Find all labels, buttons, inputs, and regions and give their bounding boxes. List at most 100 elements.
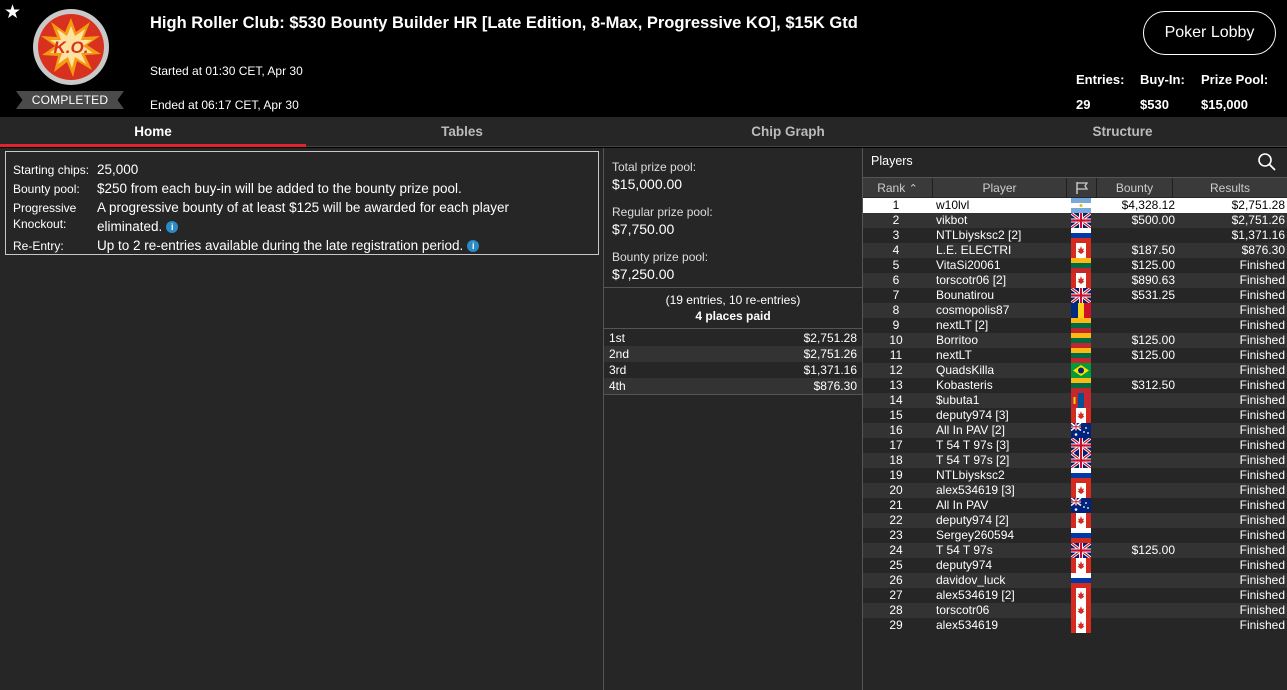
player-name: alex534619 <box>936 618 999 632</box>
player-result: Finished <box>1239 573 1285 587</box>
status-badge: COMPLETED <box>16 91 124 109</box>
table-row[interactable]: 25 deputy974 Finished <box>863 558 1287 573</box>
table-row[interactable]: 17 T 54 T 97s [3] Finished <box>863 438 1287 453</box>
table-row[interactable]: 10 Borritoo $125.00 Finished <box>863 333 1287 348</box>
pko-label-line1: Progressive <box>13 201 77 215</box>
player-name: alex534619 [3] <box>936 483 1015 497</box>
player-column-header[interactable]: Player <box>933 178 1067 198</box>
table-row[interactable]: 1 w10lvl $4,328.12 $2,751.28 <box>863 198 1287 213</box>
player-name: NTLbiysksc2 <box>936 468 1005 482</box>
player-result: Finished <box>1239 333 1285 347</box>
lithuania-flag-icon <box>1071 378 1091 393</box>
tab-tables[interactable]: Tables <box>306 117 618 147</box>
table-row[interactable]: 27 alex534619 [2] Finished <box>863 588 1287 603</box>
player-result: Finished <box>1239 258 1285 272</box>
player-bounty: $125.00 <box>1131 333 1175 347</box>
table-row[interactable]: 13 Kobasteris $312.50 Finished <box>863 378 1287 393</box>
player-name: davidov_luck <box>936 573 1006 587</box>
rank-column-header[interactable]: Rank ⌃ <box>863 178 933 198</box>
player-rank: 23 <box>889 528 903 542</box>
table-row[interactable]: 23 Sergey260594 Finished <box>863 528 1287 543</box>
player-name: deputy974 [3] <box>936 408 1009 422</box>
table-row[interactable]: 19 NTLbiysksc2 Finished <box>863 468 1287 483</box>
search-icon[interactable] <box>1257 152 1277 172</box>
player-rank: 13 <box>889 378 903 392</box>
player-rank: 24 <box>889 543 903 557</box>
results-column-header[interactable]: Results <box>1173 178 1287 198</box>
prize-pool-value: $15,000 <box>1201 97 1248 112</box>
table-row[interactable]: 28 torscotr06 Finished <box>863 603 1287 618</box>
table-row[interactable]: 24 T 54 T 97s $125.00 Finished <box>863 543 1287 558</box>
player-name: vikbot <box>936 213 968 227</box>
player-name: QuadsKilla <box>936 363 995 377</box>
uk-flag-icon <box>1071 453 1091 468</box>
player-name: torscotr06 <box>936 603 990 617</box>
info-icon[interactable]: i <box>166 221 179 234</box>
main-content: Starting chips: 25,000 Bounty pool: $250… <box>0 148 1287 690</box>
player-name: torscotr06 [2] <box>936 273 1007 287</box>
player-result: Finished <box>1239 468 1285 482</box>
info-icon[interactable]: i <box>467 240 480 253</box>
player-rank: 10 <box>889 333 903 347</box>
lithuania-flag-icon <box>1071 333 1091 348</box>
flag-column-header[interactable] <box>1067 178 1097 198</box>
buyin-stat: Buy-In: $530 <box>1140 72 1185 112</box>
payout-place: 2nd <box>609 347 630 361</box>
table-row[interactable]: 14 $ubuta1 Finished <box>863 393 1287 408</box>
payout-row: 3rd $1,371.16 <box>604 362 862 378</box>
russia-flag-icon <box>1071 228 1091 243</box>
tab-chip-graph[interactable]: Chip Graph <box>630 117 946 147</box>
table-row[interactable]: 7 Bounatirou $531.25 Finished <box>863 288 1287 303</box>
player-name: deputy974 [2] <box>936 513 1009 527</box>
player-name: deputy974 <box>936 558 993 572</box>
poker-lobby-button[interactable]: Poker Lobby <box>1143 11 1276 55</box>
payout-amount: $1,371.16 <box>803 363 857 377</box>
tab-structure[interactable]: Structure <box>960 117 1285 147</box>
tab-home[interactable]: Home <box>0 117 306 147</box>
player-result: Finished <box>1239 543 1285 557</box>
total-prize-label: Total prize pool: <box>612 160 697 174</box>
favorite-star-icon[interactable]: ★ <box>4 3 21 23</box>
players-panel: Players Rank ⌃ Player Bounty Results 1 w1… <box>863 148 1287 690</box>
table-row[interactable]: 21 All In PAV Finished <box>863 498 1287 513</box>
table-row[interactable]: 2 vikbot $500.00 $2,751.26 <box>863 213 1287 228</box>
player-name: VitaSi20061 <box>936 258 1001 272</box>
player-result: Finished <box>1239 378 1285 392</box>
table-row[interactable]: 3 NTLbiysksc2 [2] $1,371.16 <box>863 228 1287 243</box>
table-row[interactable]: 11 nextLT $125.00 Finished <box>863 348 1287 363</box>
table-row[interactable]: 8 cosmopolis87 Finished <box>863 303 1287 318</box>
tournament-header: ★ K.O. COMPLETED High Roller Club: $530 … <box>0 0 1287 117</box>
table-row[interactable]: 29 alex534619 Finished <box>863 618 1287 633</box>
player-result: Finished <box>1239 618 1285 632</box>
end-time: Ended at 06:17 CET, Apr 30 <box>150 98 299 112</box>
player-rank: 20 <box>889 483 903 497</box>
player-result: Finished <box>1239 498 1285 512</box>
australia-flag-icon <box>1071 423 1091 438</box>
payout-row: 4th $876.30 <box>604 378 862 394</box>
russia-flag-icon <box>1071 573 1091 588</box>
player-result: Finished <box>1239 603 1285 617</box>
rank-header-label: Rank <box>877 181 906 195</box>
table-row[interactable]: 26 davidov_luck Finished <box>863 573 1287 588</box>
canada-flag-icon <box>1071 273 1091 288</box>
table-row[interactable]: 5 VitaSi20061 $125.00 Finished <box>863 258 1287 273</box>
table-row[interactable]: 4 L.E. ELECTRI $187.50 $876.30 <box>863 243 1287 258</box>
table-row[interactable]: 16 All In PAV [2] Finished <box>863 423 1287 438</box>
table-row[interactable]: 12 QuadsKilla Finished <box>863 363 1287 378</box>
table-row[interactable]: 22 deputy974 [2] Finished <box>863 513 1287 528</box>
table-row[interactable]: 6 torscotr06 [2] $890.63 Finished <box>863 273 1287 288</box>
player-result: Finished <box>1239 273 1285 287</box>
bounty-prize-value: $7,250.00 <box>612 266 675 282</box>
payout-amount: $2,751.26 <box>803 347 857 361</box>
reentry-label: Re-Entry: <box>13 239 64 253</box>
player-rank: 2 <box>892 213 900 227</box>
player-rank: 29 <box>889 618 903 632</box>
payout-amount: $2,751.28 <box>803 331 857 345</box>
table-row[interactable]: 18 T 54 T 97s [2] Finished <box>863 453 1287 468</box>
player-rank: 19 <box>889 468 903 482</box>
page-title: High Roller Club: $530 Bounty Builder HR… <box>150 14 858 32</box>
table-row[interactable]: 15 deputy974 [3] Finished <box>863 408 1287 423</box>
table-row[interactable]: 9 nextLT [2] Finished <box>863 318 1287 333</box>
bounty-column-header[interactable]: Bounty <box>1097 178 1173 198</box>
table-row[interactable]: 20 alex534619 [3] Finished <box>863 483 1287 498</box>
